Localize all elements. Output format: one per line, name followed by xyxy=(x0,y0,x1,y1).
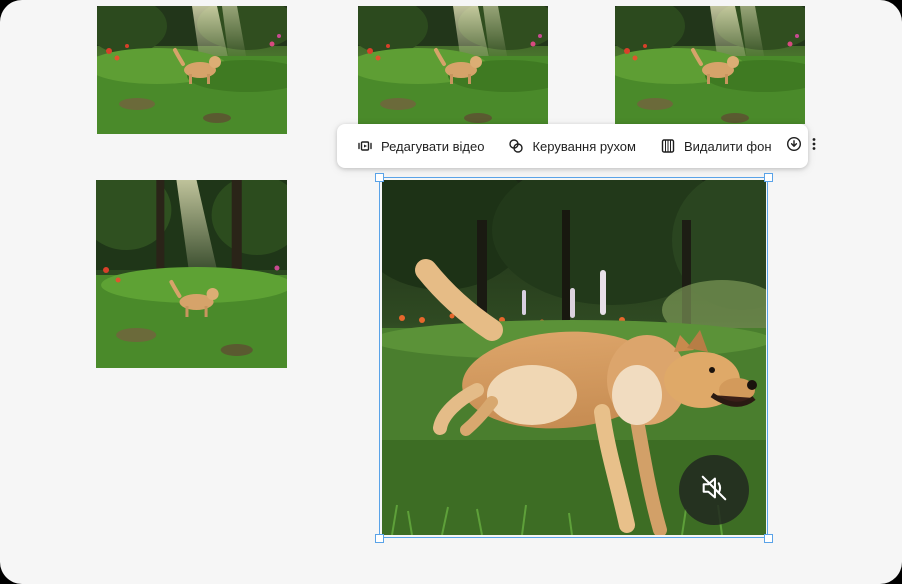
thumbnail-3[interactable] xyxy=(615,6,805,124)
resize-handle-bottom-left[interactable] xyxy=(375,534,384,543)
more-options-button[interactable] xyxy=(806,133,822,159)
volume-off-icon xyxy=(699,473,729,508)
thumbnail-2[interactable] xyxy=(358,6,548,124)
resize-handle-bottom-right[interactable] xyxy=(764,534,773,543)
video-edit-icon xyxy=(357,138,373,154)
image-toolbar: Редагувати відео Керування рухом Видалит… xyxy=(337,124,815,168)
motion-control-label: Керування рухом xyxy=(532,138,636,154)
download-icon xyxy=(786,136,802,157)
resize-handle-top-left[interactable] xyxy=(375,173,384,182)
download-button[interactable] xyxy=(786,133,802,159)
remove-background-button[interactable]: Видалити фон xyxy=(654,130,778,162)
mute-button[interactable] xyxy=(679,455,749,525)
edit-video-button[interactable]: Редагувати відео xyxy=(351,130,490,162)
remove-background-label: Видалити фон xyxy=(683,138,772,154)
more-vert-icon xyxy=(806,136,822,157)
motion-control-icon xyxy=(508,138,524,154)
motion-control-button[interactable]: Керування рухом xyxy=(502,130,642,162)
thumbnail-1[interactable] xyxy=(97,6,287,134)
edit-video-label: Редагувати відео xyxy=(381,138,485,154)
remove-background-icon xyxy=(660,138,676,154)
thumbnail-4[interactable] xyxy=(96,180,287,368)
resize-handle-top-right[interactable] xyxy=(764,173,773,182)
canvas: Редагувати відео Керування рухом Видалит… xyxy=(0,0,902,584)
